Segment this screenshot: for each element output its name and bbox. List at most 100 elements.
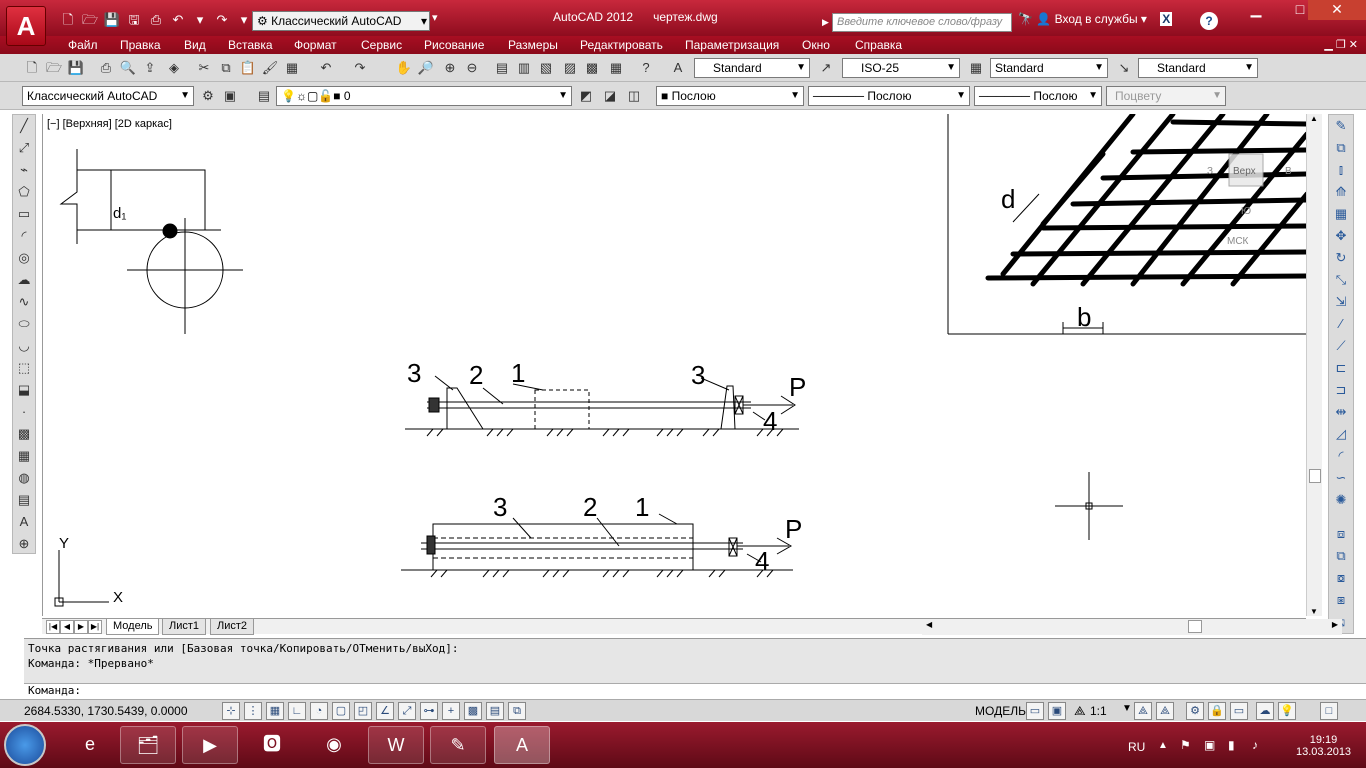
publish-icon[interactable]: ⇪ <box>140 58 160 78</box>
grid-display-icon[interactable]: ▦ <box>266 702 284 720</box>
wcs-menu[interactable]: МСК <box>1227 236 1249 247</box>
first-tab-icon[interactable]: |◀ <box>46 620 60 634</box>
chamfer-icon[interactable]: ◿ <box>1329 423 1353 445</box>
office-icon[interactable]: 🅾 <box>244 726 300 764</box>
layer-state-icon[interactable]: ◫ <box>624 86 644 106</box>
word-icon[interactable]: W <box>368 726 424 764</box>
text-style-select[interactable]: Standard ▼ <box>694 58 810 78</box>
hatch-icon[interactable]: ▩ <box>13 423 35 445</box>
zoom-realtime-icon[interactable]: 🔎 <box>416 58 436 78</box>
dynamic-input-icon[interactable]: ⊶ <box>420 702 438 720</box>
construction-line-icon[interactable]: ⤢ <box>13 137 35 159</box>
mirror-icon[interactable]: ⫾ <box>1329 159 1353 181</box>
tab-model[interactable]: Модель <box>106 619 160 635</box>
add-selected-icon[interactable]: ⊕ <box>13 533 35 555</box>
workspace-select[interactable]: Классический AutoCAD ▼ <box>22 86 194 106</box>
application-menu-button[interactable]: A <box>6 6 46 46</box>
scroll-up-icon[interactable]: ▲ <box>1310 114 1318 123</box>
scroll-down-icon[interactable]: ▼ <box>1310 607 1318 616</box>
drawing-area[interactable]: [−] [Верхняя] [2D каркас] d₁ Верх З В Ю … <box>42 114 1306 616</box>
undo-icon[interactable]: ↶ <box>316 58 336 78</box>
volume-icon[interactable]: ♪ <box>1252 738 1258 752</box>
draw-order-icon[interactable]: ⧈ <box>1329 523 1353 545</box>
make-block-icon[interactable]: ⬓ <box>13 379 35 401</box>
hardware-acceleration-icon[interactable]: ▭ <box>1230 702 1248 720</box>
lineweight-display-icon[interactable]: + <box>442 702 460 720</box>
tool-palettes-icon[interactable]: ▧ <box>536 58 556 78</box>
trim-icon[interactable]: ⁄ <box>1329 313 1353 335</box>
pan-icon[interactable]: ✋ <box>394 58 414 78</box>
menu-parametric[interactable]: Параметризация <box>685 38 779 52</box>
open-icon[interactable]: 🗁 <box>44 58 64 78</box>
layer-previous-icon[interactable]: ◪ <box>600 86 620 106</box>
cut-icon[interactable]: ✂ <box>194 58 214 78</box>
vertical-scrollbar[interactable]: ▲ ▼ <box>1306 114 1322 616</box>
tab-layout2[interactable]: Лист2 <box>210 619 255 635</box>
layer-properties-icon[interactable]: ▤ <box>254 86 274 106</box>
input-language[interactable]: RU <box>1128 740 1145 754</box>
ellipse-icon[interactable]: ⬭ <box>13 313 35 335</box>
join-icon[interactable]: ⇹ <box>1329 401 1353 423</box>
last-tab-icon[interactable]: ▶| <box>88 620 102 634</box>
vertical-scroll-thumb[interactable] <box>1309 469 1321 483</box>
undo-icon[interactable]: ↶ <box>168 10 188 30</box>
menu-edit[interactable]: Правка <box>120 38 161 52</box>
extend-icon[interactable]: ⟋ <box>1329 335 1353 357</box>
autocad-taskbar-icon[interactable]: A <box>494 726 550 764</box>
selection-cycling-icon[interactable]: ⧉ <box>508 702 526 720</box>
ie-icon[interactable]: e <box>62 726 118 764</box>
drawing-canvas[interactable]: d₁ Верх З В Ю МСК d b 3 2 1 3 4 P 3 2 1 … <box>43 114 1306 616</box>
menu-modify[interactable]: Редактировать <box>580 38 663 52</box>
redo-icon[interactable]: ↷ <box>350 58 370 78</box>
erase-icon[interactable]: ✎ <box>1329 115 1353 137</box>
plot-icon[interactable]: ⎙ <box>96 58 116 78</box>
polygon-icon[interactable]: ⬠ <box>13 181 35 203</box>
auto-scale-icon[interactable]: ⟁ <box>1156 702 1174 720</box>
fillet-icon[interactable]: ◜ <box>1329 445 1353 467</box>
region-icon[interactable]: ◍ <box>13 467 35 489</box>
action-center-icon[interactable]: ⚑ <box>1180 738 1191 752</box>
dim-style-select[interactable]: ISO-25 ▼ <box>842 58 960 78</box>
signin-button[interactable]: 🔭 👤 Вход в службы ▾ X <box>1018 12 1173 26</box>
scroll-left-icon[interactable]: ◀ <box>926 620 932 629</box>
search-input[interactable]: Введите ключевое слово/фразу <box>832 13 1012 32</box>
workspace-save-icon[interactable]: ▣ <box>220 86 240 106</box>
bring-above-icon[interactable]: ⧆ <box>1329 589 1353 611</box>
copy-object-icon[interactable]: ⧉ <box>1329 137 1353 159</box>
transparency-icon[interactable]: ▩ <box>464 702 482 720</box>
prev-tab-icon[interactable]: ◀ <box>60 620 74 634</box>
3d-object-snap-icon[interactable]: ◰ <box>354 702 372 720</box>
coordinates-readout[interactable]: 2684.5330, 1730.5439, 0.0000 <box>24 704 188 718</box>
menu-insert[interactable]: Вставка <box>228 38 273 52</box>
dynamic-ucs-icon[interactable]: ⤢ <box>398 702 416 720</box>
isolate-objects-icon[interactable]: ☁ <box>1256 702 1274 720</box>
ortho-mode-icon[interactable]: ∟ <box>288 702 306 720</box>
open-file-icon[interactable]: 🗁 <box>80 10 100 30</box>
table-icon[interactable]: ▤ <box>13 489 35 511</box>
quick-properties-icon[interactable]: ▤ <box>486 702 504 720</box>
chrome-icon[interactable]: ◉ <box>306 726 362 764</box>
menu-draw[interactable]: Рисование <box>424 38 484 52</box>
binoculars-icon[interactable]: 🔭 <box>1018 12 1033 26</box>
point-icon[interactable]: · <box>13 401 35 423</box>
make-current-layer-icon[interactable]: ◩ <box>576 86 596 106</box>
command-input[interactable]: Команда: <box>24 683 1366 699</box>
color-select[interactable]: ■ Послою ▼ <box>656 86 804 106</box>
clean-screen-icon[interactable]: □ <box>1320 702 1338 720</box>
infer-constraints-icon[interactable]: ⊹ <box>222 702 240 720</box>
revision-cloud-icon[interactable]: ☁ <box>13 269 35 291</box>
explorer-icon[interactable]: 🗂 <box>120 726 176 764</box>
viewcube-top[interactable]: Верх <box>1233 166 1256 177</box>
3d-print-icon[interactable]: ◈ <box>164 58 184 78</box>
viewcube-south[interactable]: Ю <box>1241 206 1251 217</box>
menu-tools[interactable]: Сервис <box>361 38 402 52</box>
arc-icon[interactable]: ◜ <box>13 225 35 247</box>
model-space-toggle[interactable]: МОДЕЛЬ <box>975 704 1026 718</box>
save-icon[interactable]: 💾 <box>66 58 86 78</box>
save-as-icon[interactable]: 🖫 <box>124 10 144 30</box>
object-snap-tracking-icon[interactable]: ∠ <box>376 702 394 720</box>
table-style-select[interactable]: Standard ▼ <box>990 58 1108 78</box>
tray-overflow-icon[interactable]: ▲ <box>1158 740 1168 751</box>
save-icon[interactable]: 💾 <box>102 10 122 30</box>
quick-view-layouts-icon[interactable]: ▭ <box>1026 702 1044 720</box>
